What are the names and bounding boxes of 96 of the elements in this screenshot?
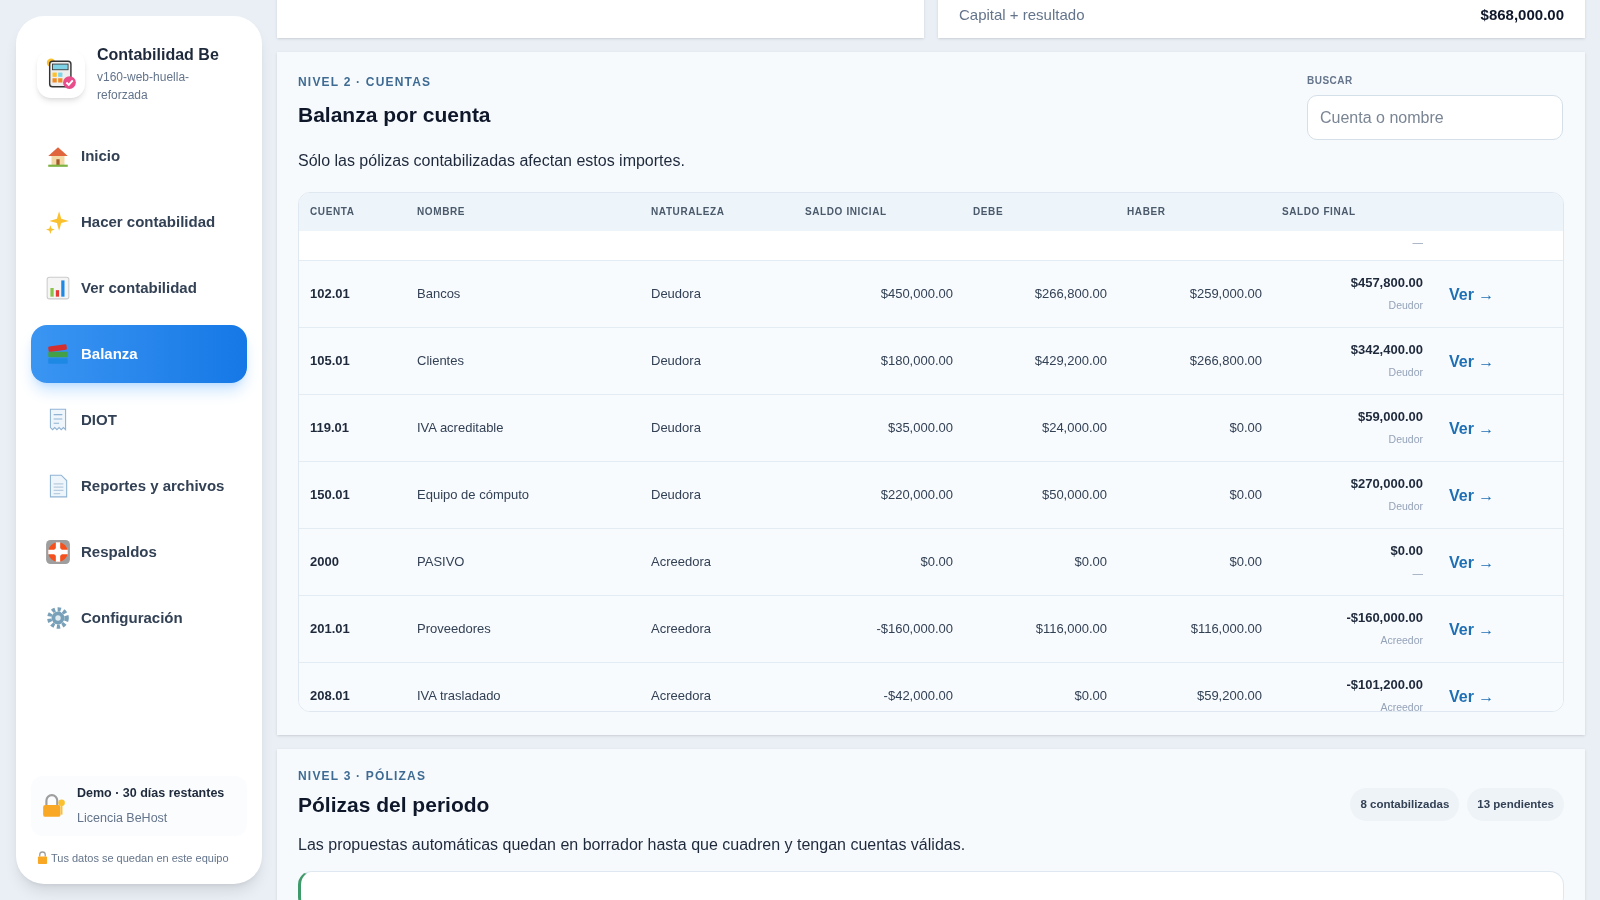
table-cell-text: Proveedores [416,619,492,638]
summary-value: $868,000.00 [1480,7,1564,22]
view-link[interactable]: Ver → [1449,420,1495,437]
column-header: DEBE [972,205,1005,219]
nav-item[interactable]: Respaldos [31,523,247,581]
section-title: Pólizas del periodo [298,792,491,818]
table-cell-text: $24,000.00 [1040,418,1108,437]
table-cell-text: Bancos [416,284,462,303]
table-cell-text: $270,000.00 [1350,475,1423,494]
view-link[interactable]: Ver → [1449,688,1495,705]
table-cell-text: PASIVO [416,552,466,571]
column-header: HABER [1126,205,1167,219]
view-link[interactable]: Ver → [1449,621,1495,638]
app-name: Contabilidad Be [97,45,219,65]
count-badge: 8 contabilizadas [1350,788,1460,822]
count-badge: 13 pendientes [1467,788,1564,822]
column-header: NATURALEZA [650,205,726,219]
table-cell-text: $0.00 [1390,542,1423,561]
summary-label: Capital + resultado [959,7,1085,22]
table-cell-text: 2000 [309,552,340,571]
nav-item[interactable]: Hacer contabilidad [31,193,247,251]
table-cell-text: Equipo de cómputo [416,485,531,504]
table-cell-text: -$160,000.00 [875,619,954,638]
table-cell-text: 208.01 [309,686,351,705]
table-cell-text: Acreedora [650,619,712,638]
nav-item[interactable]: Reportes y archivos [31,457,247,515]
table-cell-text: $429,200.00 [1033,351,1108,370]
table-cell-text: IVA trasladado [416,686,502,705]
table-cell-text: $266,800.00 [1033,284,1108,303]
table-cell-text: $450,000.00 [879,284,954,303]
table-cell-text: $116,000.00 [1034,619,1108,638]
table-cell-text: $35,000.00 [886,418,954,437]
table-cell-text: $457,800.00 [1350,274,1423,293]
privacy-note: Tus datos se quedan en este equipo [51,850,229,866]
app-version: v160-web-huella-reforzada [97,69,191,104]
search-field[interactable]: Cuenta o nombre [1307,95,1563,140]
balance-nature: Deudor [1388,498,1423,514]
table-cell-text: Deudora [650,418,702,437]
table-cell-text: 105.01 [309,351,351,370]
table-cell-text: -$42,000.00 [882,686,954,705]
table-cell-text: $0.00 [919,552,954,571]
table-cell-text: Deudora [650,485,702,504]
license-subtitle: Licencia BeHost [77,809,169,827]
section-eyebrow: NIVEL 3 · PÓLIZAS [298,767,428,785]
table-cell-text: $342,400.00 [1350,341,1423,360]
table-cell-text: $180,000.00 [879,351,954,370]
license-title: Demo · 30 días restantes [77,785,225,802]
column-header: SALDO INICIAL [804,205,888,219]
balance-nature: Deudor [1388,364,1423,380]
table-cell-text: $50,000.00 [1040,485,1108,504]
table-cell-text: IVA acreditable [416,418,505,437]
nav-item[interactable]: DIOT [31,391,247,449]
table-cell-text: -$101,200.00 [1346,676,1423,695]
table-cell-text: $0.00 [1073,552,1108,571]
section-description: Las propuestas automáticas quedan en borrador hasta que cuadren y tengan cuentas válidas. [298,834,966,855]
column-header: SALDO FINAL [1281,205,1357,219]
table-cell-text: $0.00 [1228,485,1263,504]
table-cell-text: 150.01 [309,485,351,504]
section-description: Sólo las pólizas contabilizadas afectan estos importes. [298,150,685,171]
table-cell-text: 201.01 [309,619,351,638]
table-cell-text: -$160,000.00 [1346,609,1423,628]
nav-item[interactable]: Balanza [31,325,247,383]
nav-item[interactable]: Inicio [31,127,247,185]
table-cell-text: $220,000.00 [879,485,954,504]
table-cell-text: $259,000.00 [1188,284,1263,303]
balance-nature: Deudor [1388,431,1423,447]
table-cell-text: $59,000.00 [1357,408,1423,427]
search-label: BUSCAR [1307,74,1354,88]
table-cell-text: Acreedora [650,686,712,705]
balance-nature: — [1412,565,1423,581]
view-link[interactable]: Ver → [1449,286,1495,303]
balance-nature: Acreedor [1380,632,1423,648]
section-eyebrow: NIVEL 2 · CUENTAS [298,74,433,91]
balance-nature: — [1412,234,1423,250]
table-cell-text: 119.01 [309,418,351,437]
table-cell-text: $0.00 [1228,552,1263,571]
table-cell-text: $116,000.00 [1189,619,1263,638]
table-cell-text: $0.00 [1073,686,1108,705]
view-link[interactable]: Ver → [1449,554,1495,571]
table-cell-text: Deudora [650,284,702,303]
table-cell-text: $266,800.00 [1188,351,1263,370]
nav-item[interactable]: Configuración [31,589,247,647]
view-link[interactable]: Ver → [1449,487,1495,504]
balance-nature: Deudor [1388,297,1423,313]
balance-nature: Acreedor [1380,699,1423,711]
view-link[interactable]: Ver → [1449,353,1495,370]
column-header: NOMBRE [416,205,467,219]
table-cell-text: $59,200.00 [1195,686,1263,705]
table-cell-text: Deudora [650,351,702,370]
table-cell-text: $0.00 [1228,418,1263,437]
section-title: Balanza por cuenta [298,102,492,128]
table-cell-text: 102.01 [309,284,351,303]
column-header: CUENTA [309,205,356,219]
table-cell-text: Clientes [416,351,465,370]
nav-item[interactable]: Ver contabilidad [31,259,247,317]
table-cell-text: Acreedora [650,552,712,571]
